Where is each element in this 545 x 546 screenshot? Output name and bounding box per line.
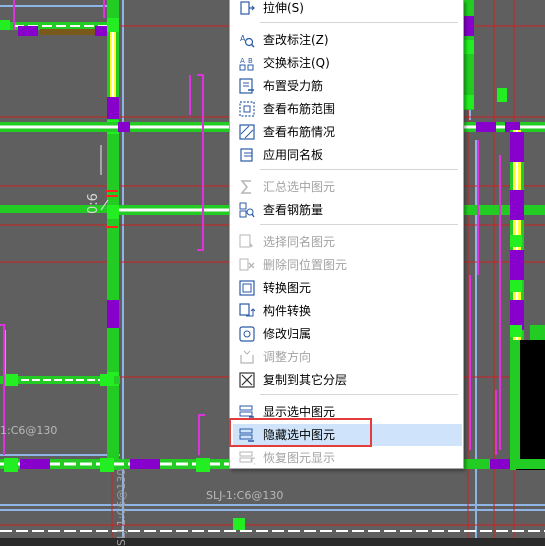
menu-item-label: 交换标注(Q): [263, 56, 330, 70]
menu-item-label: 查看布筋情况: [263, 125, 336, 139]
menu-item-adjust-direction[interactable]: 调整方向: [233, 346, 462, 368]
menu-item-rebar-range[interactable]: 查看布筋范围: [233, 98, 462, 120]
menu-item-copy-to-layer[interactable]: 复制到其它分层: [233, 369, 462, 391]
menu-item-delete-same-position[interactable]: 删除同位置图元: [233, 254, 462, 276]
menu-item-label: 布置受力筋: [263, 79, 324, 93]
convert-element-icon: [239, 280, 255, 296]
menu-item-stretch[interactable]: 拉伸(S): [233, 0, 462, 19]
stretch-icon: [240, 1, 255, 15]
apply-same-slab-icon: [240, 148, 253, 162]
menu-item-component-convert[interactable]: 构件转换: [233, 300, 462, 322]
menu-item-label: 构件转换: [263, 304, 312, 318]
rebar-label-left: 1:C6@130: [0, 424, 58, 437]
menu-item-label: 拉伸(S): [263, 1, 304, 15]
rebar-range-icon: [239, 101, 255, 117]
rebar-status-icon: [239, 124, 255, 140]
menu-item-label: 选择同名图元: [263, 235, 336, 249]
rebar-label-vertical: SLJ-1:C6@130: [115, 468, 128, 546]
edit-annotation-icon: A: [240, 34, 255, 48]
menu-separator: [260, 394, 458, 395]
menu-item-rebar-status[interactable]: 查看布筋情况: [233, 121, 462, 143]
menu-item-label: 查改标注(Z): [263, 33, 329, 47]
menu-item-label: 复制到其它分层: [263, 373, 348, 387]
adjust-direction-icon: [240, 350, 254, 364]
svg-text:A: A: [240, 57, 245, 65]
menu-item-apply-same-slab[interactable]: 应用同名板: [233, 144, 462, 166]
black-block: [516, 325, 545, 470]
menu-item-place-rebar[interactable]: 布置受力筋: [233, 75, 462, 97]
menu-item-label: 删除同位置图元: [263, 258, 348, 272]
dimension-text: 0:6: [86, 193, 101, 214]
menu-item-select-same-name[interactable]: 选择同名图元: [233, 231, 462, 253]
menu-item-sum-selected[interactable]: 汇总选中图元: [233, 176, 462, 198]
component-convert-icon: [239, 303, 255, 317]
menu-item-label: 查看钢筋量: [263, 203, 324, 217]
menu-item-label: 查看布筋范围: [263, 102, 336, 116]
menu-item-modify-ownership[interactable]: 修改归属: [233, 323, 462, 345]
place-rebar-icon: [239, 78, 254, 94]
menu-separator: [260, 169, 458, 170]
context-menu: 拉伸(S) A 查改标注(Z) AB 交换标注(Q) 布置受力筋 查看布筋范围 …: [229, 0, 464, 469]
svg-text:B: B: [248, 57, 253, 65]
copy-to-layer-icon: [239, 372, 255, 388]
rebar-label-bottom: SLJ-1:C6@130: [206, 489, 284, 502]
select-same-name-icon: [239, 234, 253, 248]
menu-separator: [260, 22, 458, 23]
delete-same-position-icon: [239, 258, 255, 271]
restore-display-icon: [239, 451, 255, 465]
menu-item-rebar-quantity[interactable]: 查看钢筋量: [233, 199, 462, 221]
menu-item-convert-element[interactable]: 转换图元: [233, 277, 462, 299]
menu-item-label: 恢复图元显示: [263, 451, 336, 465]
menu-item-label: 转换图元: [263, 281, 312, 295]
menu-separator: [260, 224, 458, 225]
highlight-annotation-box: [229, 418, 372, 447]
sum-selected-icon: [240, 180, 251, 194]
menu-item-label: 调整方向: [263, 350, 312, 364]
beam-vertical-left: [106, 0, 119, 470]
menu-item-restore-display[interactable]: 恢复图元显示: [233, 447, 462, 469]
menu-item-label: 应用同名板: [263, 148, 324, 162]
menu-item-edit-annotation[interactable]: A 查改标注(Z): [233, 29, 462, 51]
menu-item-swap-annotation[interactable]: AB 交换标注(Q): [233, 52, 462, 74]
swap-annotation-icon: AB: [239, 57, 254, 71]
menu-item-label: 修改归属: [263, 327, 312, 341]
rebar-quantity-icon: [239, 202, 255, 218]
menu-item-label: 汇总选中图元: [263, 180, 336, 194]
modify-ownership-icon: [239, 326, 255, 342]
